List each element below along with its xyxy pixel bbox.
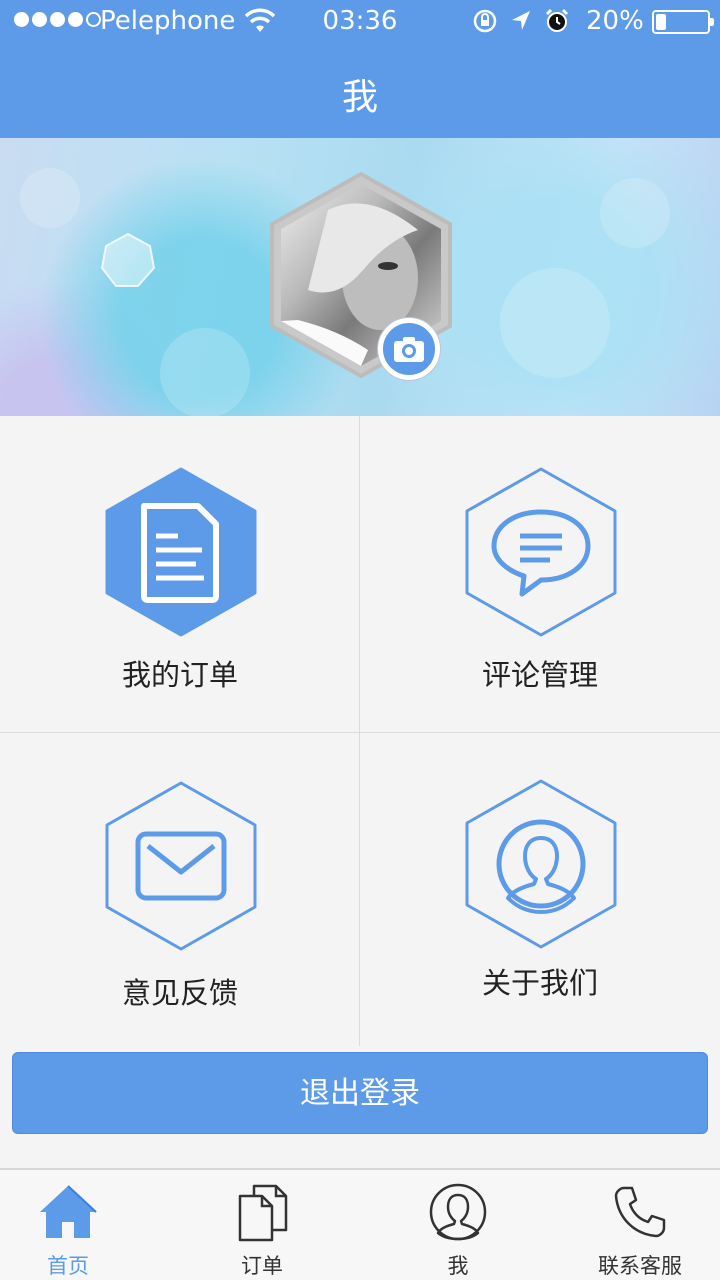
profile-icon bbox=[429, 1183, 487, 1241]
battery-icon bbox=[652, 10, 714, 34]
home-icon bbox=[40, 1185, 97, 1238]
document-icon bbox=[105, 467, 257, 637]
menu-item-about-us[interactable]: 关于我们 bbox=[360, 732, 720, 1048]
tab-orders[interactable]: 订单 bbox=[172, 1170, 352, 1280]
mail-icon bbox=[105, 781, 257, 951]
menu-grid: 我的订单 评论管理 意见反馈 关于我们 bbox=[0, 416, 720, 1046]
tab-customer-service[interactable]: 联系客服 bbox=[550, 1170, 720, 1280]
decorative-hexagon bbox=[100, 232, 156, 287]
top-bar: Pelephone 03:36 20% 我 bbox=[0, 0, 720, 138]
tab-label: 首页 bbox=[47, 1254, 89, 1278]
phone-icon bbox=[614, 1186, 666, 1238]
location-icon bbox=[512, 11, 530, 30]
menu-label: 评论管理 bbox=[481, 658, 598, 692]
menu-label: 我的订单 bbox=[121, 658, 238, 692]
tab-label: 联系客服 bbox=[598, 1254, 682, 1278]
orders-icon bbox=[238, 1184, 288, 1242]
menu-item-my-orders[interactable]: 我的订单 bbox=[0, 416, 360, 732]
status-bar: Pelephone 03:36 20% bbox=[0, 0, 720, 44]
tab-bar: 首页 订单 我 联系客服 bbox=[0, 1168, 720, 1280]
alarm-icon bbox=[545, 8, 569, 32]
menu-label: 关于我们 bbox=[481, 966, 598, 1000]
change-avatar-button[interactable] bbox=[378, 318, 440, 380]
comment-icon bbox=[465, 467, 617, 637]
menu-item-comments[interactable]: 评论管理 bbox=[360, 416, 720, 732]
orientation-lock-icon bbox=[473, 9, 497, 33]
logout-button[interactable]: 退出登录 bbox=[12, 1052, 708, 1134]
profile-banner bbox=[0, 138, 720, 416]
tab-label: 订单 bbox=[241, 1254, 283, 1278]
menu-label: 意见反馈 bbox=[121, 976, 238, 1010]
menu-item-feedback[interactable]: 意见反馈 bbox=[0, 732, 360, 1048]
tab-home[interactable]: 首页 bbox=[0, 1170, 158, 1280]
camera-icon bbox=[394, 337, 424, 362]
tab-me[interactable]: 我 bbox=[368, 1170, 548, 1280]
page-title: 我 bbox=[341, 77, 378, 118]
user-icon bbox=[465, 779, 617, 949]
tab-label: 我 bbox=[447, 1254, 469, 1278]
battery-percentage: 20% bbox=[586, 6, 644, 36]
